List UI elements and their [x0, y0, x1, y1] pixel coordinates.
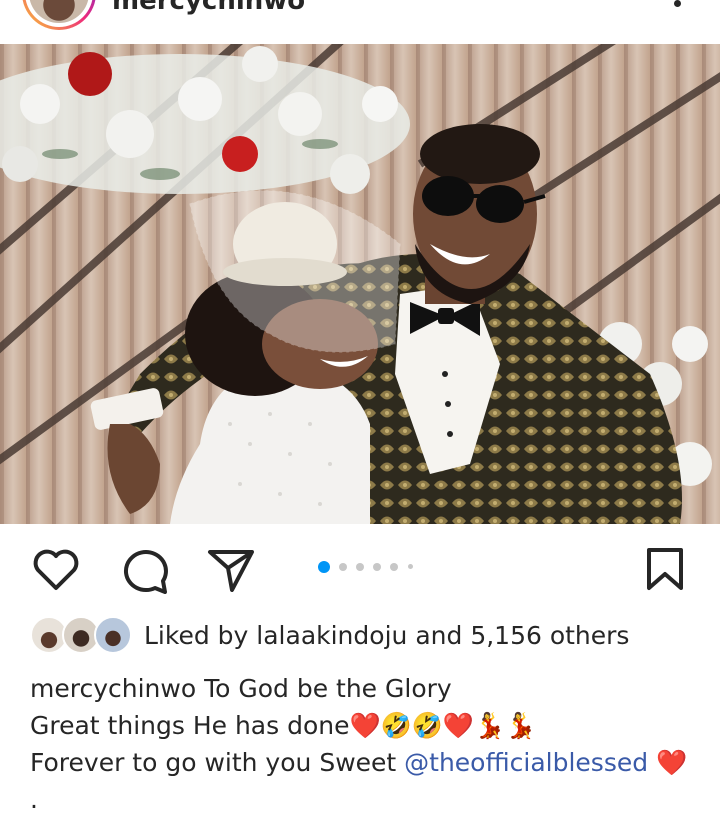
- post-photo[interactable]: [0, 44, 720, 524]
- carousel-dot: [390, 563, 398, 571]
- post-caption: mercychinwo To God be the Glory Great th…: [30, 670, 710, 818]
- carousel-dot-active: [318, 561, 330, 573]
- caption-mention[interactable]: @theofficialblessed: [404, 748, 648, 777]
- post-author-username[interactable]: mercychinwo: [112, 0, 305, 16]
- liker-avatar[interactable]: [94, 616, 132, 654]
- caption-line-1: To God be the Glory: [204, 674, 452, 703]
- likes-row: Liked by lalaakindoju and 5,156 others: [0, 616, 720, 662]
- caption-username[interactable]: mercychinwo: [30, 674, 196, 703]
- carousel-dot: [339, 563, 347, 571]
- likes-count[interactable]: 5,156 others: [470, 621, 629, 650]
- post-header: mercychinwo: [0, 0, 720, 44]
- caption-emojis: ❤️🤣🤣❤️💃💃: [349, 711, 537, 740]
- likes-summary[interactable]: Liked by lalaakindoju and 5,156 others: [144, 621, 629, 650]
- carousel-dot: [356, 563, 364, 571]
- heart-outline-icon[interactable]: [32, 548, 80, 596]
- caption-line-4: .: [30, 785, 38, 814]
- caption-heart-emoji: ❤️: [656, 748, 688, 777]
- carousel-dot: [408, 564, 413, 569]
- likes-middle: and: [415, 621, 463, 650]
- more-options-icon[interactable]: [674, 0, 681, 7]
- bookmark-icon[interactable]: [645, 546, 685, 596]
- liked-by-username[interactable]: lalaakindoju: [256, 621, 407, 650]
- carousel-dot: [373, 563, 381, 571]
- paper-plane-icon[interactable]: [206, 548, 256, 596]
- comment-bubble-icon[interactable]: [120, 548, 170, 598]
- likes-prefix: Liked by: [144, 621, 249, 650]
- post-author-avatar[interactable]: [22, 0, 96, 30]
- caption-line-2: Great things He has done: [30, 711, 350, 740]
- caption-line-3: Forever to go with you Sweet: [30, 748, 397, 777]
